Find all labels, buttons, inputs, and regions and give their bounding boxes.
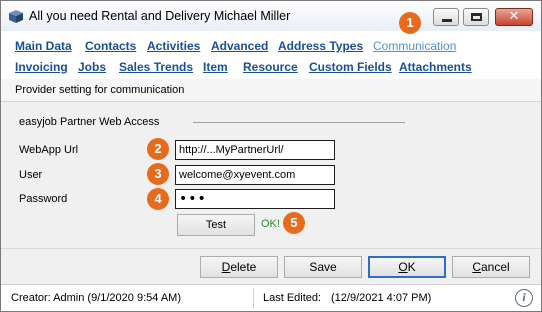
tab-communication[interactable]: Communication xyxy=(373,39,456,53)
callout-marker-2: 2 xyxy=(147,138,169,160)
cancel-label-rest: ancel xyxy=(480,260,510,274)
cancel-mnemonic: C xyxy=(472,260,481,274)
window-title: All you need Rental and Delivery Michael… xyxy=(29,9,291,23)
status-divider xyxy=(253,288,254,308)
password-label: Password xyxy=(19,193,68,205)
group-divider xyxy=(193,122,405,123)
maximize-icon xyxy=(471,13,482,21)
tab-activities[interactable]: Activities xyxy=(147,39,200,53)
group-label: easyjob Partner Web Access xyxy=(19,116,160,128)
creator-info: Creator: Admin (9/1/2020 9:54 AM) xyxy=(11,292,181,304)
close-button[interactable]: ✕ xyxy=(495,8,533,26)
tab-sales-trends[interactable]: Sales Trends xyxy=(119,60,193,74)
callout-marker-4: 4 xyxy=(147,188,169,210)
tab-main-data[interactable]: Main Data xyxy=(15,39,72,53)
delete-button[interactable]: Delete xyxy=(200,256,278,278)
user-label: User xyxy=(19,169,43,181)
last-edited-value: (12/9/2021 4:07 PM) xyxy=(331,292,432,304)
tab-attachments[interactable]: Attachments xyxy=(399,60,472,74)
section-description-bar: Provider setting for communication xyxy=(1,79,541,102)
button-row: Delete Save OK Cancel xyxy=(1,248,541,284)
section-description: Provider setting for communication xyxy=(15,84,185,96)
minimize-button[interactable] xyxy=(433,8,459,26)
tab-contacts[interactable]: Contacts xyxy=(85,39,136,53)
user-input[interactable] xyxy=(175,165,335,185)
last-edited-label: Last Edited: xyxy=(263,292,322,304)
title-bar: All you need Rental and Delivery Michael… xyxy=(1,1,541,31)
tab-bar: Main Data Contacts Activities Advanced A… xyxy=(1,31,541,79)
callout-marker-5: 5 xyxy=(283,212,305,234)
cube-icon xyxy=(9,10,23,23)
tab-item[interactable]: Item xyxy=(203,60,228,74)
tab-invoicing[interactable]: Invoicing xyxy=(15,60,68,74)
tab-custom-fields[interactable]: Custom Fields xyxy=(309,60,392,74)
tab-resource[interactable]: Resource xyxy=(243,60,298,74)
status-bar: Creator: Admin (9/1/2020 9:54 AM) Last E… xyxy=(1,284,541,311)
webapp-url-label: WebApp Url xyxy=(19,144,79,156)
password-input[interactable] xyxy=(175,189,335,209)
ok-button[interactable]: OK xyxy=(368,256,446,278)
ok-label-rest: K xyxy=(407,260,416,274)
info-icon[interactable]: i xyxy=(515,289,533,307)
cancel-button[interactable]: Cancel xyxy=(452,256,530,278)
test-result: OK! xyxy=(261,218,280,230)
tab-advanced[interactable]: Advanced xyxy=(211,39,268,53)
tab-address-types[interactable]: Address Types xyxy=(278,39,363,53)
callout-marker-1: 1 xyxy=(399,12,421,34)
maximize-button[interactable] xyxy=(463,8,489,26)
minimize-icon xyxy=(442,19,452,22)
callout-marker-3: 3 xyxy=(147,163,169,185)
save-button[interactable]: Save xyxy=(284,256,362,278)
delete-label-rest: elete xyxy=(230,260,257,274)
delete-mnemonic: D xyxy=(221,260,231,274)
test-button[interactable]: Test xyxy=(177,214,255,236)
tab-jobs[interactable]: Jobs xyxy=(78,60,106,74)
communication-panel: easyjob Partner Web Access WebApp Url Us… xyxy=(1,102,541,248)
close-icon: ✕ xyxy=(508,9,520,24)
main-window: All you need Rental and Delivery Michael… xyxy=(0,0,542,312)
ok-mnemonic: O xyxy=(398,260,408,274)
webapp-url-input[interactable] xyxy=(175,140,335,160)
